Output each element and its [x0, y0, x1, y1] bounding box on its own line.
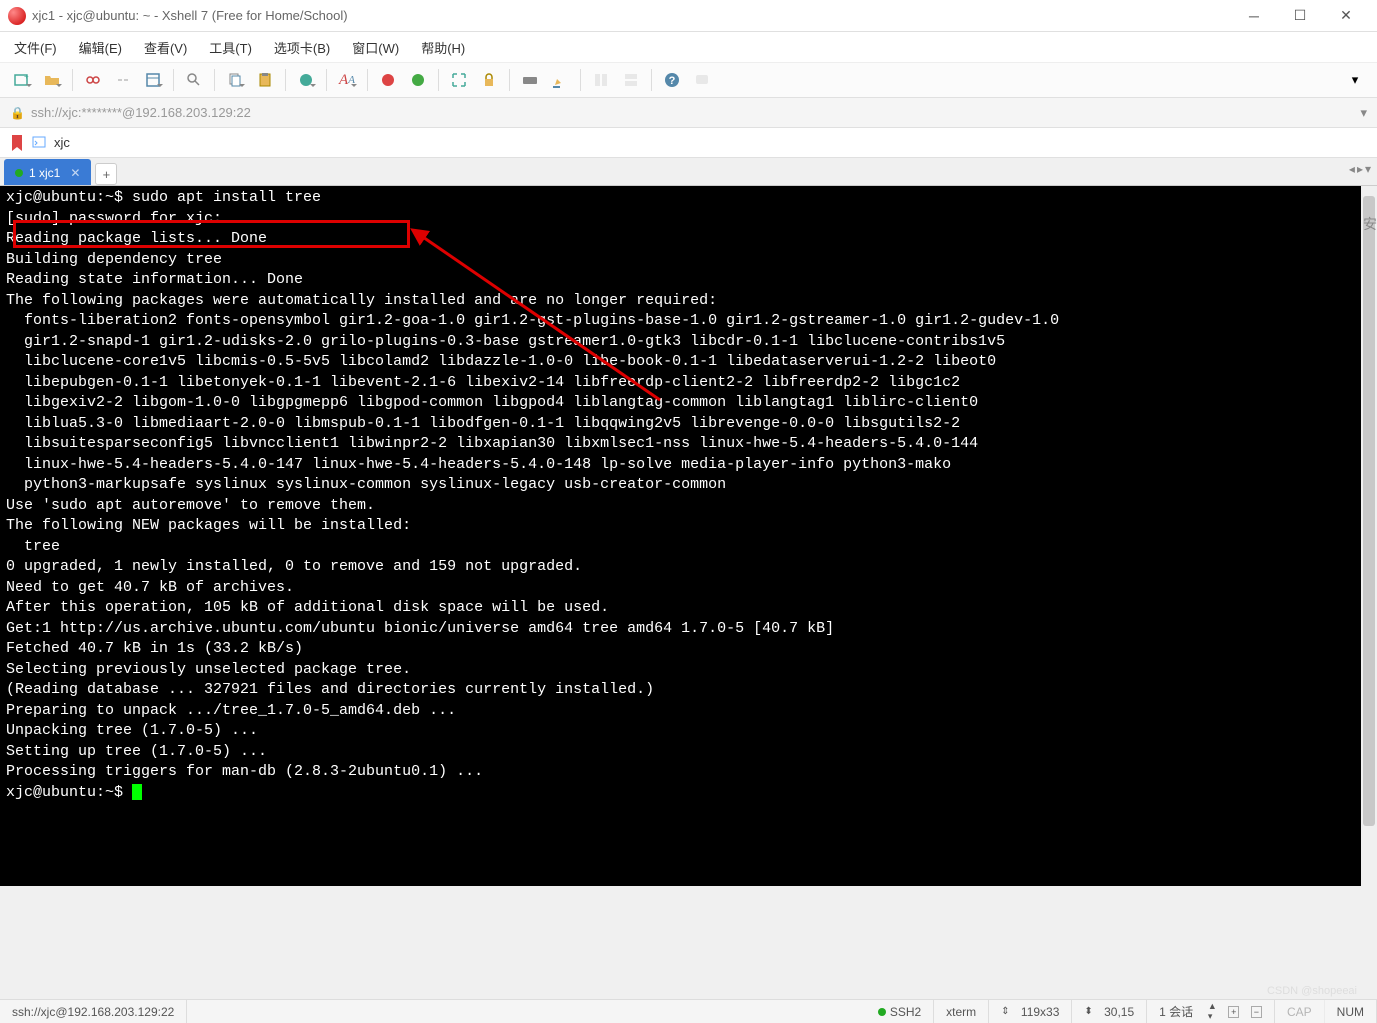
address-text: ssh://xjc:********@192.168.203.129:22: [31, 105, 1355, 120]
tab-next-icon[interactable]: ▸: [1357, 162, 1363, 176]
menu-tools[interactable]: 工具(T): [205, 36, 256, 59]
terminal[interactable]: xjc@ubuntu:~$ sudo apt install tree [sud…: [0, 186, 1377, 886]
maximize-button[interactable]: ☐: [1277, 0, 1323, 32]
keyboard-button[interactable]: [518, 68, 542, 92]
open-button[interactable]: [40, 68, 64, 92]
annotation-box: [13, 220, 410, 248]
status-sessions: 1 会话 ▲▾ + −: [1147, 1000, 1275, 1023]
session-icon[interactable]: [32, 135, 46, 151]
minimize-button[interactable]: ─: [1231, 0, 1277, 32]
status-term: xterm: [934, 1000, 989, 1023]
separator: [72, 69, 73, 91]
properties-button[interactable]: [141, 68, 165, 92]
tile-button[interactable]: [619, 68, 643, 92]
separator: [509, 69, 510, 91]
log-button[interactable]: [690, 68, 714, 92]
fullscreen-button[interactable]: [447, 68, 471, 92]
status-cursor: ⬍ 30,15: [1072, 1000, 1147, 1023]
help-button[interactable]: ?: [660, 68, 684, 92]
side-text: 安: [1363, 214, 1377, 234]
status-address: ssh://xjc@192.168.203.129:22: [0, 1000, 187, 1023]
menu-tabs[interactable]: 选项卡(B): [270, 36, 334, 59]
scrollbar-thumb[interactable]: [1363, 196, 1375, 826]
tab-add-button[interactable]: +: [95, 163, 117, 185]
xshell-button[interactable]: [376, 68, 400, 92]
status-cap: CAP: [1275, 1000, 1325, 1023]
compose-button[interactable]: [589, 68, 613, 92]
close-button[interactable]: ✕: [1323, 0, 1369, 32]
menu-file[interactable]: 文件(F): [10, 36, 61, 59]
reconnect-button[interactable]: [81, 68, 105, 92]
new-session-button[interactable]: +: [10, 68, 34, 92]
xftp-button[interactable]: [406, 68, 430, 92]
address-bar[interactable]: 🔒 ssh://xjc:********@192.168.203.129:22 …: [0, 98, 1377, 128]
tabstrip: 1 xjc1 ✕ + ◂ ▸ ▾: [0, 158, 1377, 186]
status-num: NUM: [1325, 1000, 1377, 1023]
toolbar-dropdown[interactable]: ▾: [1343, 68, 1367, 92]
separator: [214, 69, 215, 91]
status-size: ⇕ 119x33: [989, 1000, 1072, 1023]
separator: [580, 69, 581, 91]
menu-window[interactable]: 窗口(W): [348, 36, 403, 59]
disconnect-button[interactable]: [111, 68, 135, 92]
menubar: 文件(F) 编辑(E) 查看(V) 工具(T) 选项卡(B) 窗口(W) 帮助(…: [0, 32, 1377, 62]
window-title: xjc1 - xjc@ubuntu: ~ - Xshell 7 (Free fo…: [32, 8, 1231, 23]
svg-text:+: +: [24, 72, 29, 81]
session-row: xjc: [0, 128, 1377, 158]
separator: [285, 69, 286, 91]
session-name: xjc: [54, 135, 70, 150]
tab-label: 1 xjc1: [29, 166, 60, 180]
paste-button[interactable]: [253, 68, 277, 92]
separator: [326, 69, 327, 91]
menu-view[interactable]: 查看(V): [140, 36, 191, 59]
status-proto: SSH2: [866, 1000, 934, 1023]
watermark: CSDN @shopeeai: [1267, 985, 1357, 997]
bookmark-icon[interactable]: [10, 135, 24, 151]
status-dot-icon: [878, 1008, 886, 1016]
tab-nav: ◂ ▸ ▾: [1349, 162, 1371, 176]
separator: [367, 69, 368, 91]
copy-button[interactable]: [223, 68, 247, 92]
lock-button[interactable]: [477, 68, 501, 92]
separator: [651, 69, 652, 91]
search-button[interactable]: [182, 68, 206, 92]
globe-button[interactable]: [294, 68, 318, 92]
terminal-scrollbar[interactable]: [1361, 186, 1377, 886]
tab-prev-icon[interactable]: ◂: [1349, 162, 1355, 176]
address-dropdown-icon[interactable]: ▾: [1360, 105, 1367, 121]
font-button[interactable]: AA: [335, 68, 359, 92]
menu-help[interactable]: 帮助(H): [417, 36, 469, 59]
statusbar: ssh://xjc@192.168.203.129:22 SSH2 xterm …: [0, 999, 1377, 1023]
separator: [438, 69, 439, 91]
titlebar: xjc1 - xjc@ubuntu: ~ - Xshell 7 (Free fo…: [0, 0, 1377, 32]
toolbar: + AA ? ▾: [0, 62, 1377, 98]
tab-close-icon[interactable]: ✕: [70, 166, 80, 180]
app-icon: [8, 7, 26, 25]
separator: [173, 69, 174, 91]
highlight-button[interactable]: [548, 68, 572, 92]
connection-dot-icon: [15, 169, 23, 177]
tab-xjc1[interactable]: 1 xjc1 ✕: [4, 159, 91, 185]
lock-icon: 🔒: [10, 106, 25, 120]
menu-edit[interactable]: 编辑(E): [75, 36, 126, 59]
tab-list-icon[interactable]: ▾: [1365, 162, 1371, 176]
svg-text:?: ?: [669, 75, 676, 87]
